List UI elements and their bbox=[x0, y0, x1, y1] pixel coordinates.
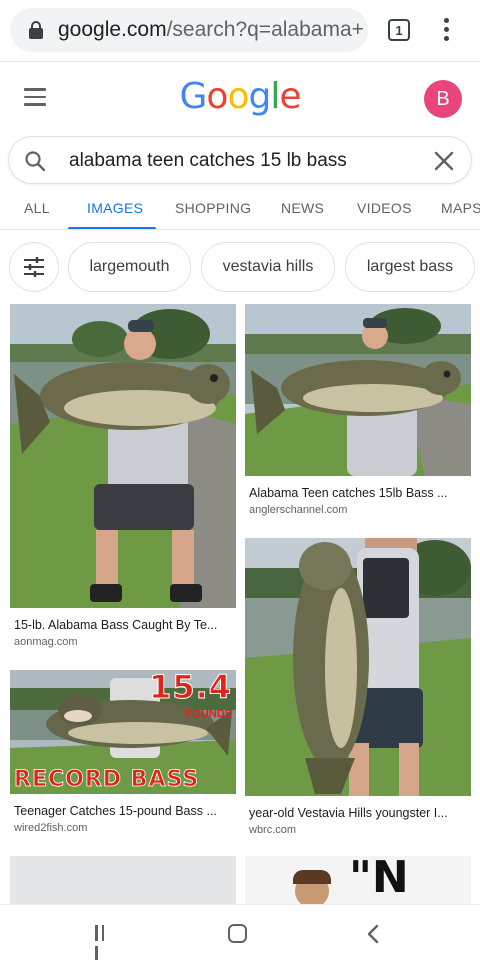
filter-chip[interactable] bbox=[9, 242, 59, 292]
chip-largest-bass[interactable]: largest bass bbox=[345, 242, 475, 292]
bass-photo bbox=[245, 304, 471, 476]
tab-videos[interactable]: VIDEOS bbox=[357, 200, 412, 216]
search-query-text[interactable]: alabama teen catches 15 lb bass bbox=[69, 150, 347, 172]
tab-images[interactable]: IMAGES bbox=[87, 200, 143, 216]
tab-shopping[interactable]: SHOPPING bbox=[175, 200, 251, 216]
result-source: wbrc.com bbox=[249, 824, 297, 836]
recents-icon[interactable] bbox=[95, 925, 113, 960]
result-title[interactable]: 15-lb. Alabama Bass Caught By Te... bbox=[14, 618, 217, 632]
google-logo[interactable]: Google bbox=[0, 76, 480, 117]
logo-letter: l bbox=[270, 76, 280, 117]
weight-overlay: 15.4 bbox=[149, 670, 232, 707]
logo-letter: o bbox=[206, 76, 228, 117]
result-source: aonmag.com bbox=[14, 636, 78, 648]
logo-letter: e bbox=[279, 76, 301, 117]
tune-icon bbox=[24, 257, 44, 277]
result-thumbnail[interactable]: "N bbox=[245, 856, 471, 904]
logo-letter: g bbox=[248, 76, 271, 117]
refinement-chips: largemouth vestavia hills largest bass bbox=[0, 242, 480, 292]
image-result[interactable]: 15-lb. Alabama Bass Caught By Te... aonm… bbox=[10, 304, 236, 650]
image-result[interactable]: Alabama Teen catches 15lb Bass ... angle… bbox=[245, 304, 471, 520]
result-thumbnail[interactable]: 15.4 POUNDS RECORD BASS bbox=[10, 670, 236, 794]
result-thumbnail[interactable] bbox=[10, 304, 236, 608]
pounds-overlay: POUNDS bbox=[184, 708, 232, 720]
back-icon[interactable] bbox=[364, 923, 382, 945]
tab-maps[interactable]: MAPS bbox=[441, 200, 480, 216]
image-result[interactable]: year-old Vestavia Hills youngster I... w… bbox=[245, 538, 471, 842]
tab-all[interactable]: ALL bbox=[24, 200, 50, 216]
result-title[interactable]: Teenager Catches 15-pound Bass ... bbox=[14, 804, 217, 818]
home-icon[interactable] bbox=[228, 924, 247, 943]
browser-toolbar: google.com/search?q=alabama+ 1 bbox=[0, 0, 480, 62]
active-tab-indicator bbox=[68, 227, 156, 229]
result-source: anglerschannel.com bbox=[249, 504, 348, 516]
url-bar[interactable]: google.com/search?q=alabama+ bbox=[10, 8, 368, 52]
chip-largemouth[interactable]: largemouth bbox=[68, 242, 191, 292]
chip-vestavia-hills[interactable]: vestavia hills bbox=[201, 242, 335, 292]
record-bass-overlay: RECORD BASS bbox=[14, 767, 200, 793]
image-result[interactable]: 15.4 POUNDS RECORD BASS Teenager Catches… bbox=[10, 670, 236, 840]
result-thumbnail[interactable] bbox=[245, 304, 471, 476]
result-title[interactable]: Alabama Teen catches 15lb Bass ... bbox=[249, 486, 448, 500]
google-header: Google B bbox=[0, 62, 480, 134]
url-text: google.com/search?q=alabama+ bbox=[58, 18, 364, 41]
result-source: wired2fish.com bbox=[14, 822, 88, 834]
tab-news[interactable]: NEWS bbox=[281, 200, 324, 216]
search-input[interactable]: alabama teen catches 15 lb bass bbox=[8, 136, 472, 184]
account-avatar[interactable]: B bbox=[424, 80, 462, 118]
result-thumbnail[interactable] bbox=[10, 856, 236, 904]
search-tabs: ALL IMAGES SHOPPING NEWS VIDEOS MAPS bbox=[0, 184, 480, 230]
bass-photo bbox=[10, 304, 236, 608]
bass-photo bbox=[245, 538, 471, 796]
image-result[interactable]: "N bbox=[245, 856, 471, 904]
clear-icon[interactable] bbox=[433, 150, 455, 172]
more-options-icon[interactable] bbox=[436, 16, 456, 44]
lock-icon bbox=[28, 20, 44, 40]
search-icon[interactable] bbox=[23, 149, 47, 173]
logo-letter: G bbox=[179, 76, 208, 117]
logo-letter: o bbox=[227, 76, 249, 117]
result-thumbnail[interactable] bbox=[245, 538, 471, 796]
quote-overlay: "N bbox=[349, 856, 409, 903]
system-nav-bar bbox=[0, 904, 480, 960]
image-result[interactable] bbox=[10, 856, 236, 904]
tab-switcher-button[interactable]: 1 bbox=[388, 19, 410, 41]
result-title[interactable]: year-old Vestavia Hills youngster I... bbox=[249, 806, 448, 820]
